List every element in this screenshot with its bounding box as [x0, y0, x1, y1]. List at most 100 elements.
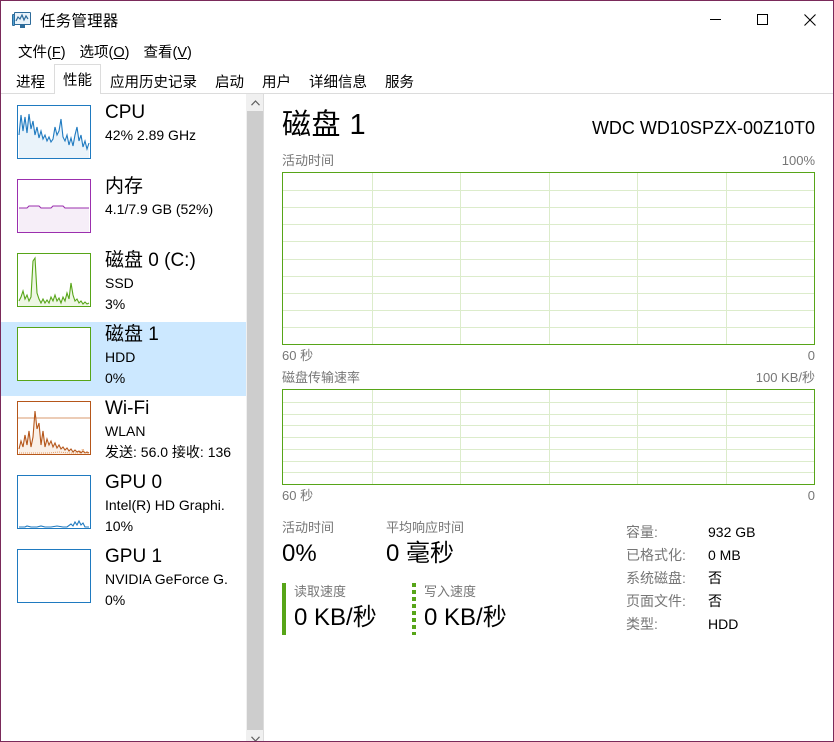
performance-detail-panel: 磁盘 1 WDC WD10SPZX-00Z10T0 活动时间 100% 60 秒…: [264, 94, 833, 741]
tab-details[interactable]: 详细信息: [300, 68, 376, 94]
device-model: WDC WD10SPZX-00Z10T0: [591, 118, 815, 138]
menu-options-tail: ): [124, 44, 130, 61]
stat-read-speed-value: 0 KB/秒: [294, 604, 377, 631]
primary-stats-row: 活动时间 0% 平均响应时间 0 毫秒: [282, 519, 602, 571]
stat-write-speed-text: 写入速度 0 KB/秒: [424, 583, 507, 635]
sidebar-disk1-usage: 0%: [105, 370, 126, 386]
stat-read-speed-label: 读取速度: [294, 584, 347, 599]
transfer-rate-chart-caption: 磁盘传输速率 100 KB/秒: [282, 369, 815, 387]
stat-read-speed-text: 读取速度 0 KB/秒: [294, 583, 377, 635]
sidebar-cpu-name: CPU: [105, 102, 146, 123]
active-time-chart-caption: 活动时间 100%: [282, 152, 815, 170]
sidebar-item-wifi[interactable]: Wi-Fi WLAN 发送: 56.0 接收: 136: [1, 396, 247, 470]
detail-system-disk: 系统磁盘: 否: [626, 567, 815, 590]
menu-options-accel: O: [113, 44, 125, 61]
stat-avg-response: 平均响应时间 0 毫秒: [386, 519, 464, 571]
task-manager-icon: [12, 10, 32, 30]
memory-thumbnail-graph: [17, 179, 91, 233]
detail-capacity-key: 容量:: [626, 524, 658, 540]
sidebar-wifi-throughput: 发送: 56.0 接收: 136: [105, 444, 232, 460]
maximize-button[interactable]: [739, 1, 786, 38]
sidebar-disk0-name: 磁盘 0 (C:): [105, 250, 196, 271]
active-time-grid: [283, 173, 814, 344]
scroll-down-arrow-icon[interactable]: [247, 730, 263, 741]
sidebar-cpu-detail: 42% 2.89 GHz: [105, 127, 197, 143]
sidebar-gpu1-name: GPU 1: [105, 546, 163, 567]
gpu0-labels: GPU 0 Intel(R) HD Graphi. 10%: [105, 470, 225, 537]
gpu0-thumbnail-graph: [17, 475, 91, 529]
sidebar-item-gpu1[interactable]: GPU 1 NVIDIA GeForce G. 0%: [1, 544, 247, 618]
sidebar-item-disk0[interactable]: 磁盘 0 (C:) SSD 3%: [1, 248, 247, 322]
minimize-button[interactable]: [692, 1, 739, 38]
sidebar-scrollbar[interactable]: [246, 94, 263, 741]
cpu-thumbnail-graph: [17, 105, 91, 159]
panel-header: 磁盘 1 WDC WD10SPZX-00Z10T0: [282, 108, 815, 142]
transfer-rate-chart-label: 磁盘传输速率: [282, 370, 361, 385]
menu-file-tail: ): [60, 44, 66, 61]
disk1-labels: 磁盘 1 HDD 0%: [105, 322, 159, 389]
transfer-rate-chart-footer: 60 秒 0: [282, 487, 815, 505]
sidebar-item-disk1[interactable]: 磁盘 1 HDD 0%: [1, 322, 247, 396]
detail-type-value: HDD: [708, 616, 739, 632]
sidebar-gpu0-usage: 10%: [105, 518, 134, 534]
menu-view[interactable]: 查看(V): [137, 39, 199, 64]
sidebar-gpu1-model: NVIDIA GeForce G.: [105, 571, 228, 587]
sidebar-disk1-type: HDD: [105, 349, 136, 365]
statistics-area: 活动时间 0% 平均响应时间 0 毫秒 读取速度 0 KB/秒 写入速度 0 K…: [282, 519, 815, 636]
detail-formatted-key: 已格式化:: [626, 547, 686, 563]
sidebar-gpu0-name: GPU 0: [105, 472, 163, 493]
sidebar-item-gpu0[interactable]: GPU 0 Intel(R) HD Graphi. 10%: [1, 470, 247, 544]
disk0-labels: 磁盘 0 (C:) SSD 3%: [105, 248, 196, 315]
transfer-rate-chart-block: 磁盘传输速率 100 KB/秒 60 秒 0: [282, 369, 815, 505]
transfer-rate-chart-xstart: 60 秒: [282, 488, 314, 503]
disk-details-list: 容量: 932 GB 已格式化: 0 MB 系统磁盘: 否 页面文件: 否 类型…: [602, 519, 815, 636]
detail-system-disk-key: 系统磁盘:: [626, 570, 686, 586]
scroll-up-arrow-icon[interactable]: [247, 94, 263, 111]
title-bar: 任务管理器: [1, 1, 833, 38]
transfer-rate-plot: [282, 389, 815, 485]
tab-users[interactable]: 用户: [253, 68, 300, 94]
active-time-chart-footer: 60 秒 0: [282, 347, 815, 365]
tab-processes[interactable]: 进程: [7, 68, 54, 94]
resource-list-panel: CPU 42% 2.89 GHz 内存 4.1/7.9 GB (52%) 磁盘 …: [1, 94, 264, 741]
detail-page-file-value: 否: [708, 593, 722, 609]
tab-services[interactable]: 服务: [376, 68, 423, 94]
disk1-thumbnail-graph: [17, 327, 91, 381]
detail-formatted: 已格式化: 0 MB: [626, 544, 815, 567]
sidebar-gpu1-usage: 0%: [105, 592, 126, 608]
active-time-chart-label: 活动时间: [282, 153, 335, 168]
tab-startup[interactable]: 启动: [206, 68, 253, 94]
sidebar-item-cpu[interactable]: CPU 42% 2.89 GHz: [1, 100, 247, 174]
sidebar-gpu0-model: Intel(R) HD Graphi.: [105, 497, 225, 513]
gpu1-thumbnail-graph: [17, 549, 91, 603]
stat-active-time-value: 0%: [282, 540, 317, 567]
menu-file-accel: F: [51, 44, 61, 61]
sidebar-memory-name: 内存: [105, 176, 144, 197]
menu-options[interactable]: 选项(O): [73, 39, 137, 64]
menu-view-tail: ): [187, 44, 192, 61]
stat-active-time-label: 活动时间: [282, 520, 335, 535]
disk0-thumbnail-graph: [17, 253, 91, 307]
stat-write-speed-label: 写入速度: [424, 584, 477, 599]
menu-file-label: 文件(: [18, 44, 52, 61]
sidebar-disk0-usage: 3%: [105, 296, 126, 312]
detail-capacity: 容量: 932 GB: [626, 521, 815, 544]
sidebar-wifi-name: Wi-Fi: [105, 398, 150, 419]
detail-page-file-key: 页面文件:: [626, 593, 686, 609]
detail-type-key: 类型:: [626, 616, 658, 632]
task-manager-window: 任务管理器 文件(F) 选项(O) 查看(V) 进程 性能 应用历史记录 启动: [0, 0, 834, 742]
active-time-chart-block: 活动时间 100% 60 秒 0: [282, 152, 815, 365]
scrollbar-thumb[interactable]: [247, 111, 263, 730]
window-controls: [692, 1, 833, 38]
tab-performance[interactable]: 性能: [54, 64, 101, 94]
stat-avg-response-label: 平均响应时间: [386, 520, 465, 535]
detail-formatted-value: 0 MB: [708, 547, 741, 563]
stat-write-speed-value: 0 KB/秒: [424, 604, 507, 631]
sidebar-item-memory[interactable]: 内存 4.1/7.9 GB (52%): [1, 174, 247, 248]
write-speed-legend-bar-icon: [412, 583, 416, 635]
tab-app-history[interactable]: 应用历史记录: [101, 68, 206, 94]
sidebar-memory-detail: 4.1/7.9 GB (52%): [105, 201, 214, 217]
menu-file[interactable]: 文件(F): [11, 39, 73, 64]
close-button[interactable]: [786, 1, 833, 38]
detail-capacity-value: 932 GB: [708, 524, 756, 540]
